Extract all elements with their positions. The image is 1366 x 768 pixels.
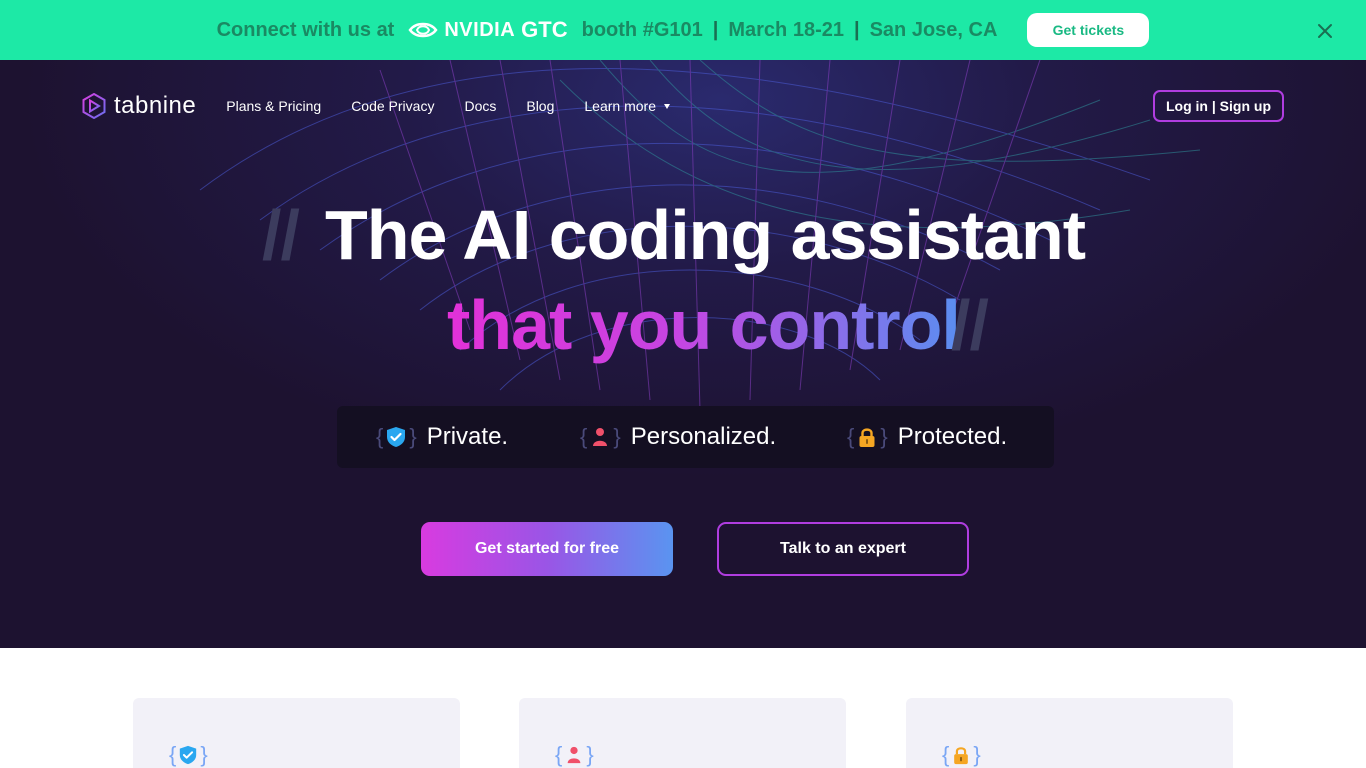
nav-plans-pricing[interactable]: Plans & Pricing — [226, 98, 321, 114]
person-icon — [593, 428, 608, 446]
value-props-bar: { } Private. { } Personalized. {} Prote… — [337, 406, 1054, 468]
person-icon — [567, 746, 581, 764]
banner-separator: | — [853, 18, 860, 41]
headline-text-1: The AI coding assistant — [325, 196, 1086, 274]
learn-more-label: Learn more — [584, 98, 656, 114]
feature-card-protected: { } — [906, 698, 1233, 768]
brace-open: { — [580, 424, 588, 449]
brace-open: { — [555, 742, 563, 767]
brace-open: { — [376, 424, 384, 449]
brace-open: { — [169, 742, 177, 767]
value-prop-private: { } Private. — [376, 406, 508, 468]
logo-wordmark: tabnine — [114, 92, 197, 119]
headline-text-2: that you control — [447, 286, 961, 364]
main-nav: tabnine Plans & Pricing Code Privacy Doc… — [82, 88, 1284, 124]
banner-prefix: Connect with us at — [216, 18, 395, 41]
value-prop-personalized: { } Personalized. — [580, 406, 776, 468]
nav-learn-more-dropdown[interactable]: Learn more — [584, 98, 670, 114]
value-prop-label: Personalized. — [630, 423, 777, 450]
nvidia-gtc-logo: NVIDIA GTC — [408, 17, 568, 43]
brace-close: } — [586, 742, 594, 767]
nav-code-privacy[interactable]: Code Privacy — [351, 98, 434, 114]
tabnine-logo-icon — [82, 93, 106, 119]
login-signup-button[interactable]: Log in | Sign up — [1153, 90, 1284, 122]
hero-section: tabnine Plans & Pricing Code Privacy Doc… — [0, 60, 1366, 648]
get-tickets-button[interactable]: Get tickets — [1027, 13, 1150, 47]
talk-to-expert-button[interactable]: Talk to an expert — [717, 522, 969, 576]
nvidia-wordmark: NVIDIA — [444, 18, 516, 41]
nvidia-eye-icon — [408, 22, 438, 38]
close-icon[interactable] — [1317, 23, 1333, 39]
decorative-slashes: // — [262, 196, 300, 274]
shield-check-icon — [180, 745, 197, 765]
announcement-banner: Connect with us at NVIDIA GTC booth #G10… — [0, 0, 1366, 60]
brace-open: { — [942, 742, 950, 767]
brace-close: } — [880, 424, 888, 449]
nav-blog[interactable]: Blog — [526, 98, 554, 114]
nav-links: Plans & Pricing Code Privacy Docs Blog L… — [226, 98, 670, 114]
tabnine-logo[interactable]: tabnine — [82, 92, 196, 120]
value-prop-protected: { } Protected. — [847, 406, 1007, 468]
gtc-wordmark: GTC — [521, 17, 568, 42]
value-prop-label: Protected. — [897, 423, 1008, 450]
feature-card-personalized: { } — [519, 698, 846, 768]
chevron-down-icon — [663, 103, 670, 109]
banner-content: Connect with us at NVIDIA GTC booth #G10… — [217, 13, 1150, 47]
banner-separator: | — [712, 18, 719, 41]
brace-close: } — [409, 424, 417, 449]
lock-icon — [954, 747, 969, 765]
shield-check-icon — [387, 427, 406, 447]
decorative-slashes: // — [951, 286, 989, 364]
nav-docs[interactable]: Docs — [464, 98, 496, 114]
brace-close: } — [973, 742, 981, 767]
banner-location: San Jose, CA — [869, 18, 998, 41]
brace-open: { — [847, 424, 855, 449]
get-started-button[interactable]: Get started for free — [421, 522, 673, 576]
value-prop-label: Private. — [426, 423, 509, 450]
feature-cards-section: { } { } { } — [0, 648, 1366, 768]
feature-card-icon: { } — [555, 742, 594, 768]
banner-dates: March 18-21 — [728, 18, 844, 41]
banner-booth: booth #G101 — [581, 18, 703, 41]
feature-card-icon: { } — [942, 742, 981, 768]
brace-close: } — [613, 424, 621, 449]
feature-card-private: { } — [133, 698, 460, 768]
brace-close: } — [200, 742, 208, 767]
feature-card-icon: { } — [169, 742, 208, 768]
lock-icon — [859, 428, 875, 447]
